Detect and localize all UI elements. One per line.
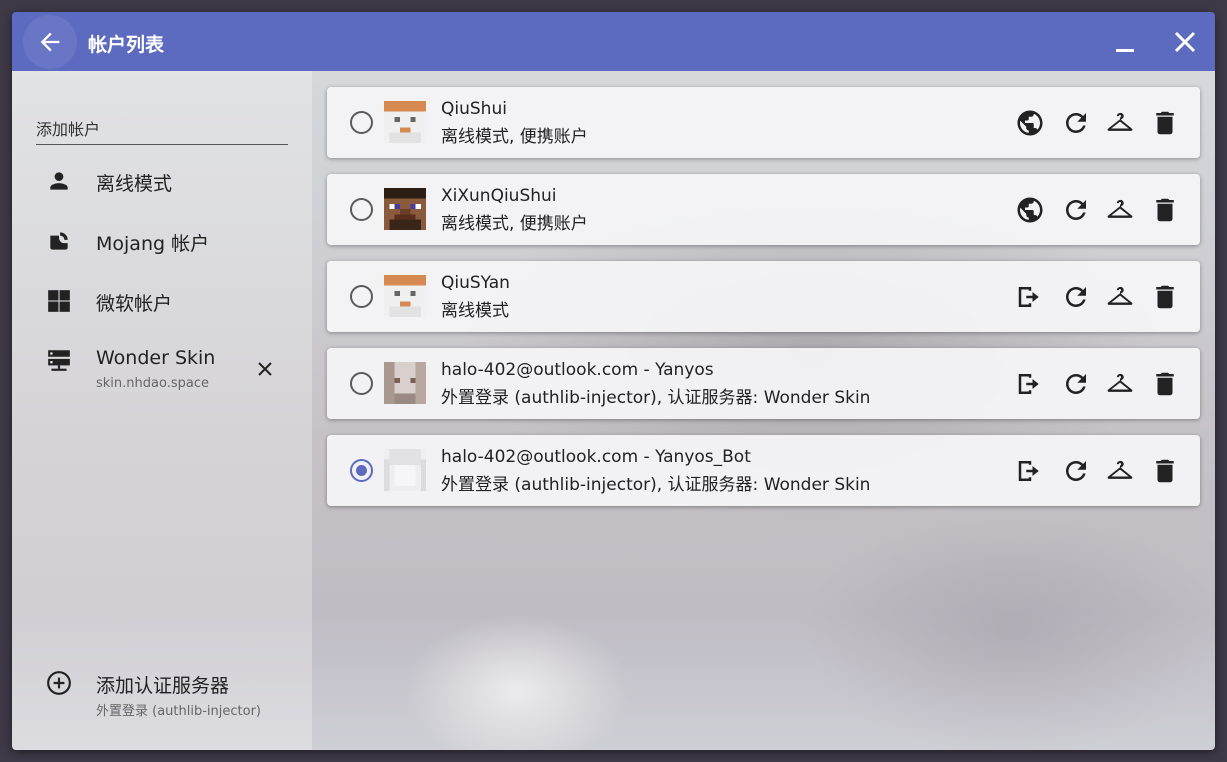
sidebar-item-mojang[interactable]: Mojang 帐户	[12, 213, 312, 269]
sidebar-item-label: 微软帐户	[96, 293, 173, 315]
globe-icon	[1017, 197, 1043, 223]
trash-icon	[1156, 198, 1174, 222]
logout-icon	[1018, 374, 1039, 394]
minimize-icon	[1116, 49, 1134, 52]
server-url: skin.nhdao.space	[96, 376, 209, 391]
refresh-button[interactable]	[1060, 194, 1092, 226]
account-radio[interactable]	[350, 285, 373, 308]
account-card[interactable]: QiuSYan 离线模式	[327, 261, 1200, 332]
mojang-icon	[50, 232, 68, 250]
skin-button[interactable]	[1104, 455, 1136, 487]
account-card[interactable]: halo-402@outlook.com - Yanyos 外置登录 (auth…	[327, 348, 1200, 419]
add-auth-server-sub: 外置登录 (authlib-injector)	[96, 704, 261, 719]
avatar	[384, 101, 426, 143]
window-title: 帐户列表	[88, 34, 165, 56]
logout-button[interactable]	[1014, 281, 1046, 313]
content-area: 添加帐户 离线模式 Mojang 帐户 微软帐户 Wonder Skin ski…	[12, 71, 1215, 750]
trash-icon	[1156, 111, 1174, 135]
account-radio[interactable]	[350, 459, 373, 482]
account-card-selected[interactable]: halo-402@outlook.com - Yanyos_Bot 外置登录 (…	[327, 435, 1200, 506]
account-list-window: 帐户列表 添加帐户 离线模式 Mojang 帐户 微软帐户 Wonder Ski…	[12, 12, 1215, 750]
account-name: XiXunQiuShui	[441, 186, 557, 206]
sidebar-item-microsoft[interactable]: 微软帐户	[12, 273, 312, 329]
delete-button[interactable]	[1149, 368, 1181, 400]
account-type: 离线模式, 便携账户	[441, 214, 588, 234]
logout-icon	[1018, 461, 1039, 481]
add-circle-icon	[47, 671, 71, 695]
account-name: halo-402@outlook.com - Yanyos	[441, 360, 714, 380]
logout-button[interactable]	[1014, 455, 1046, 487]
avatar	[384, 449, 426, 491]
skin-button[interactable]	[1104, 368, 1136, 400]
skin-button[interactable]	[1104, 107, 1136, 139]
refresh-icon	[1066, 461, 1086, 481]
account-type: 离线模式, 便携账户	[441, 127, 588, 147]
hanger-icon	[1107, 373, 1133, 392]
trash-icon	[1156, 459, 1174, 483]
close-icon	[1174, 31, 1196, 53]
account-type: 外置登录 (authlib-injector), 认证服务器: Wonder S…	[441, 388, 871, 408]
add-auth-server-label: 添加认证服务器	[96, 675, 230, 697]
avatar	[384, 362, 426, 404]
delete-button[interactable]	[1149, 107, 1181, 139]
account-type: 离线模式	[441, 301, 509, 321]
refresh-icon	[1066, 113, 1086, 133]
skin-button[interactable]	[1104, 281, 1136, 313]
account-radio[interactable]	[350, 111, 373, 134]
avatar	[384, 188, 426, 230]
sidebar-item-offline[interactable]: 离线模式	[12, 153, 312, 209]
globe-button[interactable]	[1014, 194, 1046, 226]
server-icon	[48, 350, 70, 371]
hanger-icon	[1107, 460, 1133, 479]
globe-icon	[1017, 110, 1043, 136]
sidebar-item-label: Wonder Skin	[96, 347, 216, 369]
refresh-icon	[1066, 374, 1086, 394]
add-account-header: 添加帐户	[36, 116, 288, 145]
avatar	[384, 275, 426, 317]
refresh-button[interactable]	[1060, 368, 1092, 400]
close-button[interactable]	[1169, 26, 1201, 58]
account-name: QiuShui	[441, 99, 507, 119]
refresh-button[interactable]	[1060, 107, 1092, 139]
delete-button[interactable]	[1149, 194, 1181, 226]
microsoft-icon	[48, 290, 70, 312]
skin-button[interactable]	[1104, 194, 1136, 226]
delete-button[interactable]	[1149, 455, 1181, 487]
hanger-icon	[1107, 286, 1133, 305]
title-bar: 帐户列表	[12, 12, 1215, 71]
add-auth-server-button[interactable]: 添加认证服务器 外置登录 (authlib-injector)	[12, 661, 312, 719]
sidebar-item-label: Mojang 帐户	[96, 233, 210, 255]
account-name: QiuSYan	[441, 273, 510, 293]
person-icon	[50, 172, 68, 190]
refresh-icon	[1066, 287, 1086, 307]
hanger-icon	[1107, 199, 1133, 218]
account-radio[interactable]	[350, 198, 373, 221]
trash-icon	[1156, 285, 1174, 309]
hanger-icon	[1107, 112, 1133, 131]
sidebar-item-label: 离线模式	[96, 173, 173, 195]
minimize-button[interactable]	[1109, 26, 1141, 58]
delete-button[interactable]	[1149, 281, 1181, 313]
globe-button[interactable]	[1014, 107, 1046, 139]
arrow-left-icon	[40, 32, 60, 52]
logout-button[interactable]	[1014, 368, 1046, 400]
back-button[interactable]	[23, 15, 77, 69]
refresh-icon	[1066, 200, 1086, 220]
sidebar: 添加帐户 离线模式 Mojang 帐户 微软帐户 Wonder Skin ski…	[12, 71, 312, 750]
account-card[interactable]: QiuShui 离线模式, 便携账户	[327, 87, 1200, 158]
refresh-button[interactable]	[1060, 281, 1092, 313]
account-radio[interactable]	[350, 372, 373, 395]
logout-icon	[1018, 287, 1039, 307]
account-name: halo-402@outlook.com - Yanyos_Bot	[441, 447, 751, 467]
account-card[interactable]: XiXunQiuShui 离线模式, 便携账户	[327, 174, 1200, 245]
trash-icon	[1156, 372, 1174, 396]
account-type: 外置登录 (authlib-injector), 认证服务器: Wonder S…	[441, 475, 871, 495]
refresh-button[interactable]	[1060, 455, 1092, 487]
remove-server-icon[interactable]	[256, 360, 274, 378]
